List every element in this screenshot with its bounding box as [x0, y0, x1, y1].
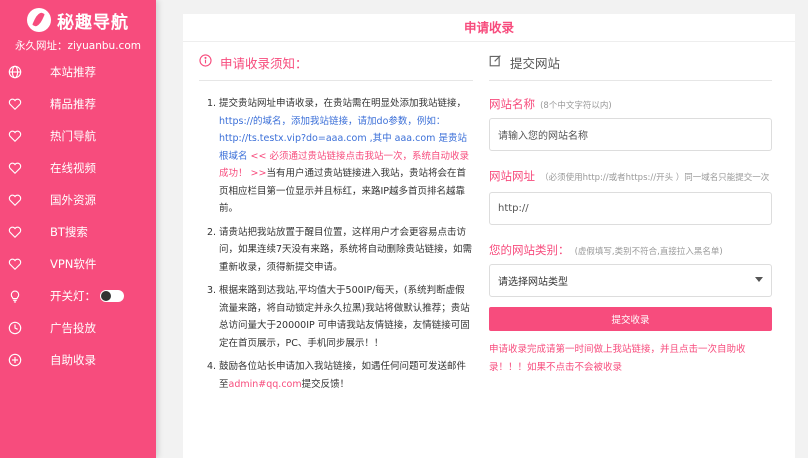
submit-footnote: 申请收录完成请第一时间做上我站链接，并且点击一次自助收录！！！如果不点击不会被收…: [489, 344, 746, 373]
sidebar: 秘趣导航 永久网址：ziyuanbu.com 本站推荐 精品推荐 热门导航 在线…: [0, 0, 156, 458]
sidebar-item-label: 国外资源: [50, 193, 96, 207]
sidebar-item-featured[interactable]: 精品推荐: [0, 88, 156, 120]
heart-icon: [8, 161, 22, 175]
contact-email[interactable]: admin#qq.com: [229, 379, 302, 390]
form-heading-text: 提交网站: [510, 55, 561, 71]
sidebar-item-foreign[interactable]: 国外资源: [0, 184, 156, 216]
site-name-hint: (8个中文字符以内): [540, 101, 612, 111]
brand-subtitle: 永久网址：ziyuanbu.com: [15, 40, 141, 52]
sidebar-item-label: 本站推荐: [50, 65, 96, 79]
edit-icon: [489, 54, 502, 70]
list-item: 3. 根据来路到达我站,平均值大于500IP/每天，(系统判断虚假流量来路，将自…: [207, 285, 470, 349]
site-url-hint: （必须使用http://或者https://开头 ）同一域名只能提交一次: [540, 173, 770, 183]
leaf-logo-icon: [27, 8, 51, 32]
list-item: 2. 请贵站把我站放置于醒目位置，这样用户才会更容易点击访问，如果连续7天没有来…: [207, 226, 473, 273]
sidebar-item-video[interactable]: 在线视频: [0, 152, 156, 184]
site-type-select[interactable]: 请选择网站类型: [489, 264, 772, 297]
sidebar-item-bt[interactable]: BT搜索: [0, 216, 156, 248]
site-type-value: 请选择网站类型: [498, 277, 568, 288]
notice-heading: 申请收录须知：: [199, 54, 473, 71]
heart-icon: [8, 193, 22, 207]
list-item: 4. 鼓励各位站长申请加入我站链接，如遇任何问题可发送邮件至admin#qq.c…: [207, 361, 467, 390]
site-url-label: 网站网址: [489, 169, 535, 183]
heart-icon: [8, 97, 22, 111]
site-type-hint: (虚假填写,类别不符合,直接拉入黑名单): [574, 247, 723, 257]
sidebar-item-label: 开关灯：: [50, 289, 96, 303]
sidebar-item-vpn[interactable]: VPN软件: [0, 248, 156, 280]
sidebar-item-label: 精品推荐: [50, 97, 96, 111]
heart-icon: [8, 129, 22, 143]
site-name-input[interactable]: 请输入您的网站名称: [489, 118, 772, 151]
sidebar-item-hot[interactable]: 热门导航: [0, 120, 156, 152]
globe-icon: [8, 65, 22, 79]
info-icon: [199, 54, 212, 70]
site-type-label: 您的网站类别：: [489, 243, 570, 257]
sidebar-item-light-switch: 开关灯：: [0, 280, 156, 312]
divider: [199, 80, 473, 81]
light-toggle[interactable]: [100, 290, 124, 302]
heart-icon: [8, 225, 22, 239]
sidebar-item-label: 广告投放: [50, 321, 96, 335]
chevron-down-icon: [755, 275, 763, 286]
site-name-label: 网站名称: [489, 97, 535, 111]
page-title: 申请收录: [183, 14, 795, 42]
notice-heading-text: 申请收录须知：: [220, 55, 308, 71]
sidebar-item-submit[interactable]: 自助收录: [0, 344, 156, 376]
submit-button[interactable]: 提交收录: [489, 307, 772, 331]
form-heading: 提交网站: [489, 54, 772, 71]
divider: [489, 80, 772, 81]
sidebar-item-recommend[interactable]: 本站推荐: [0, 56, 156, 88]
clock-icon: [8, 321, 22, 335]
brand-name: 秘趣导航: [57, 12, 129, 33]
sidebar-item-label: 热门导航: [50, 129, 96, 143]
brand[interactable]: 秘趣导航 永久网址：ziyuanbu.com: [0, 0, 156, 56]
sidebar-item-label: 在线视频: [50, 161, 96, 175]
sidebar-item-label: BT搜索: [50, 225, 88, 239]
sidebar-item-ads[interactable]: 广告投放: [0, 312, 156, 344]
sidebar-item-label: 自助收录: [50, 353, 96, 367]
main-card: 申请收录 申请收录须知： 1. 提交贵站网址申请收录，在贵站需在明显处添加我站链…: [183, 14, 795, 458]
sidebar-nav: 本站推荐 精品推荐 热门导航 在线视频 国外资源 BT搜索 VPN软件 开关灯：…: [0, 56, 156, 376]
notice-list: 1. 提交贵站网址申请收录，在贵站需在明显处添加我站链接，https://的域名…: [199, 95, 473, 393]
heart-icon: [8, 257, 22, 271]
notice-section: 申请收录须知： 1. 提交贵站网址申请收录，在贵站需在明显处添加我站链接，htt…: [199, 54, 473, 399]
site-url-input[interactable]: http://: [489, 192, 772, 225]
lightbulb-icon: [8, 289, 22, 303]
list-item: 1. 提交贵站网址申请收录，在贵站需在明显处添加我站链接，https://的域名…: [207, 98, 469, 214]
sidebar-item-label: VPN软件: [50, 257, 97, 271]
submit-form: 提交网站 网站名称 (8个中文字符以内) 请输入您的网站名称 网站网址 （必须使…: [489, 54, 772, 377]
plus-circle-icon: [8, 353, 22, 367]
